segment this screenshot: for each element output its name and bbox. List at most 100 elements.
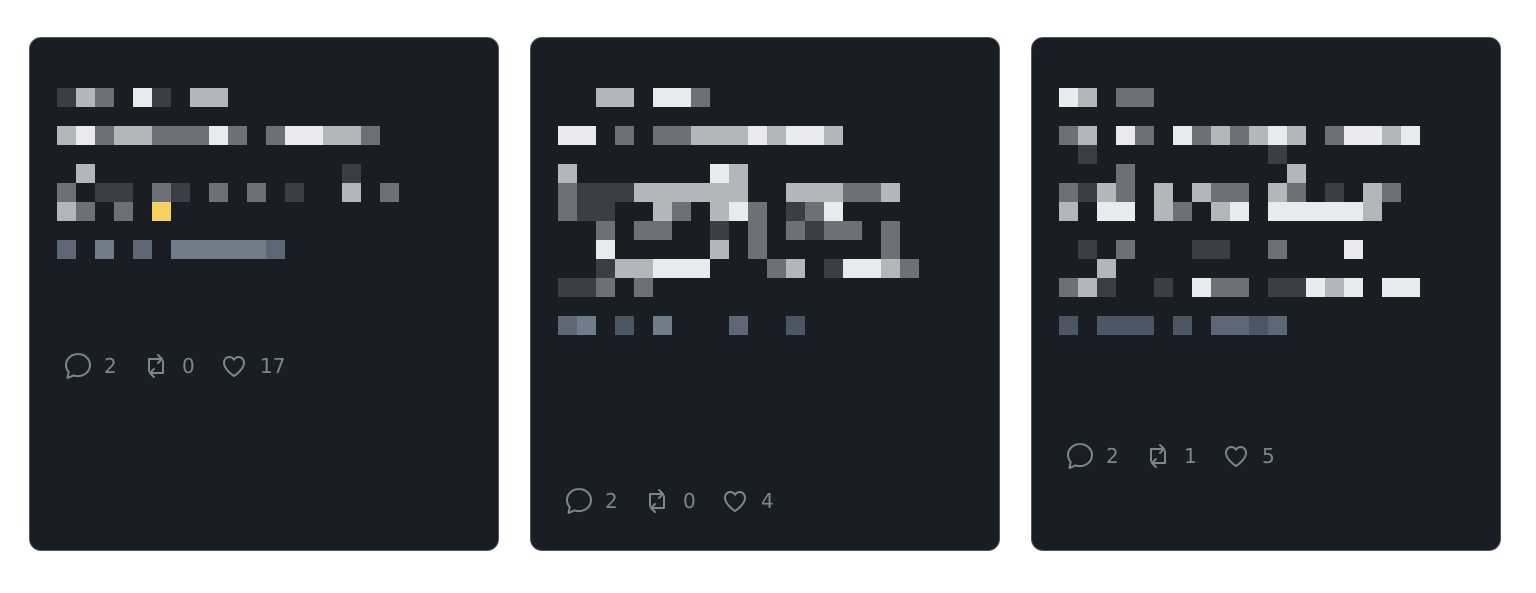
redacted-pixel xyxy=(1059,259,1078,278)
redacted-pixel xyxy=(133,202,152,221)
redacted-pixel xyxy=(672,297,691,316)
redacted-pixel xyxy=(76,88,95,107)
redacted-pixel xyxy=(380,240,399,259)
reply-stat[interactable]: 2 xyxy=(1064,440,1120,472)
redacted-pixel xyxy=(1420,259,1439,278)
redacted-pixel xyxy=(843,278,862,297)
redacted-pixel xyxy=(767,297,786,316)
redacted-pixel xyxy=(1344,145,1363,164)
like-stat[interactable]: 5 xyxy=(1220,440,1276,472)
redacted-pixel xyxy=(900,297,919,316)
redacted-pixel xyxy=(881,202,900,221)
redacted-pixel xyxy=(957,316,976,335)
redacted-pixel xyxy=(1249,221,1268,240)
like-stat[interactable]: 17 xyxy=(218,350,285,382)
redacted-pixel xyxy=(786,316,805,335)
redacted-pixel xyxy=(1192,202,1211,221)
redacted-pixel xyxy=(133,240,152,259)
redacted-pixel xyxy=(304,221,323,240)
redacted-pixel xyxy=(1116,316,1135,335)
redacted-pixel xyxy=(653,259,672,278)
redacted-pixel xyxy=(786,297,805,316)
redacted-pixel xyxy=(938,107,957,126)
tweet-card[interactable]: 2 1 5 xyxy=(1031,37,1501,551)
redacted-pixel xyxy=(1306,126,1325,145)
redacted-pixel xyxy=(1439,126,1458,145)
redacted-pixel xyxy=(653,145,672,164)
redacted-pixel xyxy=(1382,164,1401,183)
redacted-pixel xyxy=(748,259,767,278)
redacted-pixel xyxy=(900,145,919,164)
redacted-pixel xyxy=(361,107,380,126)
redacted-pixel xyxy=(558,297,577,316)
redacted-pixel xyxy=(862,240,881,259)
redacted-pixel xyxy=(881,240,900,259)
redacted-pixel xyxy=(729,259,748,278)
redacted-pixel xyxy=(1116,240,1135,259)
redacted-pixel xyxy=(805,316,824,335)
redacted-pixel xyxy=(1439,240,1458,259)
redacted-pixel xyxy=(1078,297,1097,316)
retweet-stat[interactable]: 0 xyxy=(641,485,697,517)
redacted-pixel xyxy=(209,240,228,259)
redacted-pixel xyxy=(577,297,596,316)
redacted-pixel xyxy=(938,164,957,183)
redacted-pixel xyxy=(577,183,596,202)
tweet-card[interactable]: 2 0 17 xyxy=(29,37,499,551)
redacted-pixel xyxy=(577,240,596,259)
reply-stat[interactable]: 2 xyxy=(62,350,118,382)
redacted-pixel xyxy=(76,221,95,240)
redacted-pixel xyxy=(1116,278,1135,297)
redacted-pixel xyxy=(1154,202,1173,221)
redacted-pixel xyxy=(114,221,133,240)
redacted-pixel xyxy=(862,164,881,183)
redacted-pixel xyxy=(805,183,824,202)
redacted-pixel xyxy=(114,126,133,145)
reply-count: 2 xyxy=(104,354,117,378)
redacted-pixel xyxy=(456,145,475,164)
redacted-pixel xyxy=(1116,126,1135,145)
redacted-pixel xyxy=(1173,316,1192,335)
redacted-pixel xyxy=(1211,107,1230,126)
redacted-pixel xyxy=(1287,183,1306,202)
redacted-pixel xyxy=(805,107,824,126)
redacted-pixel xyxy=(824,240,843,259)
redacted-pixel xyxy=(1249,107,1268,126)
redacted-pixel xyxy=(418,145,437,164)
like-stat[interactable]: 4 xyxy=(719,485,775,517)
tweet-card[interactable]: 2 0 4 xyxy=(530,37,1000,551)
redacted-pixel xyxy=(558,88,577,107)
redacted-pixel xyxy=(1230,316,1249,335)
redacted-pixel xyxy=(95,88,114,107)
redacted-pixel xyxy=(634,297,653,316)
redacted-pixel xyxy=(456,107,475,126)
redacted-pixel xyxy=(919,316,938,335)
redacted-pixel xyxy=(1173,240,1192,259)
redacted-pixel xyxy=(152,88,171,107)
redacted-pixel xyxy=(805,297,824,316)
redacted-pixel xyxy=(361,202,380,221)
redacted-pixel xyxy=(615,126,634,145)
redacted-pixel xyxy=(380,107,399,126)
redacted-pixel xyxy=(615,240,634,259)
redacted-pixel xyxy=(190,126,209,145)
redacted-pixel xyxy=(76,145,95,164)
redacted-pixel xyxy=(1420,316,1439,335)
retweet-stat[interactable]: 0 xyxy=(140,350,196,382)
redacted-pixel xyxy=(1173,221,1192,240)
redacted-pixel xyxy=(900,240,919,259)
redacted-pixel xyxy=(1344,183,1363,202)
redacted-pixel xyxy=(361,145,380,164)
redacted-pixel xyxy=(1135,316,1154,335)
redacted-pixel xyxy=(748,316,767,335)
redacted-pixel xyxy=(57,240,76,259)
redacted-pixel xyxy=(95,183,114,202)
redacted-pixel xyxy=(748,202,767,221)
reply-stat[interactable]: 2 xyxy=(563,485,619,517)
redacted-pixel xyxy=(1306,297,1325,316)
redacted-pixel xyxy=(1173,278,1192,297)
redacted-pixel xyxy=(380,183,399,202)
redacted-pixel xyxy=(729,107,748,126)
retweet-stat[interactable]: 1 xyxy=(1142,440,1198,472)
redacted-pixel xyxy=(380,164,399,183)
